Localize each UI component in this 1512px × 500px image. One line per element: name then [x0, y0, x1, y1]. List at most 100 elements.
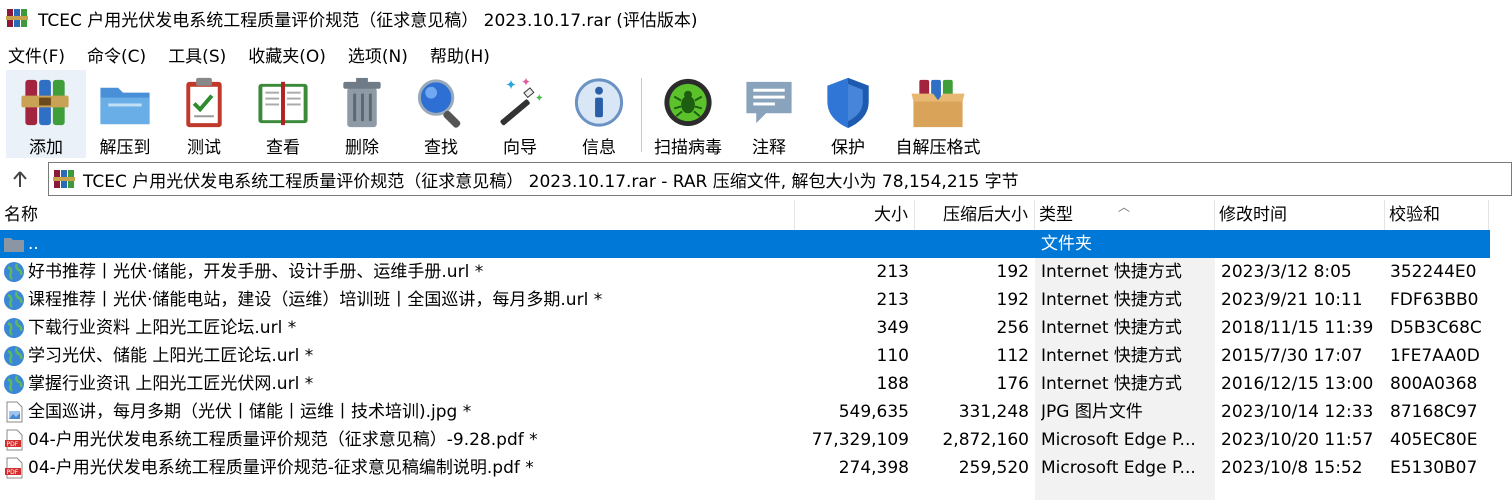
file-packed: 259,520: [958, 458, 1029, 478]
table-row[interactable]: 好书推荐丨光伏·储能，开发手册、设计手册、运维手册.url * 213 192 …: [0, 258, 1490, 286]
table-row[interactable]: .. 文件夹: [0, 230, 1490, 258]
file-packed: 2,872,160: [942, 430, 1029, 450]
info-button[interactable]: 信息: [559, 70, 639, 158]
menu-commands[interactable]: 命令(C): [79, 42, 154, 67]
sfx-box-icon: [911, 79, 965, 128]
delete-label: 删除: [345, 138, 379, 158]
file-modified: 2023/3/12 8:05: [1221, 262, 1352, 282]
extract-folder-icon: [100, 87, 150, 125]
up-button[interactable]: [0, 162, 40, 196]
sfx-button[interactable]: 自解压格式: [888, 70, 988, 158]
column-crc[interactable]: 校验和: [1385, 200, 1489, 230]
svg-text:✦: ✦: [535, 92, 544, 105]
file-list: 名称 大小 压缩后大小 类型 修改时间 校验和 ︿ .. 文件夹 好书推荐丨光伏…: [0, 200, 1512, 500]
file-size: [795, 230, 909, 258]
test-label: 测试: [187, 138, 221, 158]
file-name: 04-户用光伏发电系统工程质量评价规范（征求意见稿）-9.28.pdf *: [28, 430, 538, 450]
column-header: 名称 大小 压缩后大小 类型 修改时间 校验和 ︿: [0, 200, 1512, 230]
add-archive-icon: [21, 79, 69, 126]
comment-icon: [746, 81, 792, 124]
table-row[interactable]: 课程推荐丨光伏·储能电站，建设（运维）培训班丨全国巡讲，每月多期.url * 2…: [0, 286, 1490, 314]
file-crc: FDF63BB0: [1390, 290, 1479, 310]
file-size: 213: [876, 290, 909, 310]
file-modified: 2023/10/14 12:33: [1221, 402, 1374, 422]
file-type: Internet 快捷方式: [1041, 262, 1182, 282]
delete-button[interactable]: 删除: [322, 70, 402, 158]
menu-tools[interactable]: 工具(S): [160, 42, 234, 67]
comment-label: 注释: [752, 138, 786, 158]
column-size[interactable]: 大小: [795, 200, 915, 230]
menu-options[interactable]: 选项(N): [340, 42, 416, 67]
svg-text:✦: ✦: [505, 78, 517, 94]
file-packed: 256: [996, 318, 1029, 338]
protect-button[interactable]: 保护: [808, 70, 888, 158]
toolbar-separator: [641, 78, 642, 152]
file-packed: 331,248: [958, 402, 1029, 422]
table-row[interactable]: PDF 04-户用光伏发电系统工程质量评价规范-征求意见稿编制说明.pdf * …: [0, 454, 1490, 482]
file-crc: 405EC80E: [1390, 430, 1478, 450]
file-crc: E5130B07: [1390, 458, 1478, 478]
image-file-icon: [6, 401, 23, 423]
column-modified[interactable]: 修改时间: [1215, 200, 1385, 230]
file-size: 188: [876, 374, 909, 394]
wizard-label: 向导: [503, 138, 537, 158]
table-row[interactable]: 下载行业资料 上阳光工匠论坛.url * 349 256 Internet 快捷…: [0, 314, 1490, 342]
table-row[interactable]: PDF 04-户用光伏发电系统工程质量评价规范（征求意见稿）-9.28.pdf …: [0, 426, 1490, 454]
address-bar: TCEC 户用光伏发电系统工程质量评价规范（征求意见稿） 2023.10.17.…: [0, 162, 1512, 196]
file-type: Internet 快捷方式: [1041, 374, 1182, 394]
info-label: 信息: [582, 138, 616, 158]
file-size: 274,398: [838, 458, 909, 478]
file-modified: [1221, 230, 1383, 258]
file-name: 下载行业资料 上阳光工匠论坛.url *: [28, 318, 297, 338]
view-book-icon: [258, 81, 308, 126]
title-bar: TCEC 户用光伏发电系统工程质量评价规范（征求意见稿） 2023.10.17.…: [0, 0, 1512, 36]
globe-icon: [4, 290, 24, 310]
file-modified: 2023/9/21 10:11: [1221, 290, 1363, 310]
wizard-button[interactable]: ✦ ✦ ✦ 向导: [480, 70, 560, 158]
globe-icon: [4, 346, 24, 366]
test-button[interactable]: 测试: [164, 70, 244, 158]
address-field[interactable]: TCEC 户用光伏发电系统工程质量评价规范（征求意见稿） 2023.10.17.…: [48, 162, 1512, 196]
file-type: Microsoft Edge P...: [1041, 430, 1196, 450]
menu-help[interactable]: 帮助(H): [422, 42, 498, 67]
file-size: 77,329,109: [811, 430, 909, 450]
protect-label: 保护: [831, 138, 865, 158]
winrar-app-icon: [6, 9, 28, 27]
file-type: JPG 图片文件: [1041, 402, 1143, 422]
toolbar: 添加 解压到 测试 查看 删除 查找 ✦ ✦ ✦ 向导 信息 扫描病毒 注释 保…: [0, 70, 1512, 158]
file-packed: 176: [996, 374, 1029, 394]
menu-bar: 文件(F) 命令(C) 工具(S) 收藏夹(O) 选项(N) 帮助(H): [0, 38, 1512, 70]
window-title: TCEC 户用光伏发电系统工程质量评价规范（征求意见稿） 2023.10.17.…: [38, 10, 698, 31]
folder-icon: [4, 238, 24, 252]
file-packed: 112: [996, 346, 1029, 366]
extract-to-button[interactable]: 解压到: [85, 70, 165, 158]
file-type: Microsoft Edge P...: [1041, 458, 1196, 478]
file-name: 好书推荐丨光伏·储能，开发手册、设计手册、运维手册.url *: [28, 262, 484, 282]
menu-file[interactable]: 文件(F): [0, 42, 73, 67]
trash-icon: [343, 77, 381, 128]
file-modified: 2023/10/8 15:52: [1221, 458, 1363, 478]
file-size: 110: [876, 346, 909, 366]
column-name[interactable]: 名称: [0, 200, 795, 230]
table-row[interactable]: 学习光伏、储能 上阳光工匠论坛.url * 110 112 Internet 快…: [0, 342, 1490, 370]
arrow-up-icon: [13, 171, 27, 187]
comment-button[interactable]: 注释: [729, 70, 809, 158]
virus-scan-label: 扫描病毒: [654, 138, 722, 158]
file-crc: 352244E0: [1390, 262, 1477, 282]
address-path: TCEC 户用光伏发电系统工程质量评价规范（征求意见稿） 2023.10.17.…: [83, 171, 1019, 192]
file-type: Internet 快捷方式: [1041, 290, 1182, 310]
find-label: 查找: [424, 138, 458, 158]
view-button[interactable]: 查看: [243, 70, 323, 158]
add-button[interactable]: 添加: [6, 70, 86, 158]
column-packed[interactable]: 压缩后大小: [915, 200, 1035, 230]
add-label: 添加: [29, 138, 63, 158]
wizard-wand-icon: ✦ ✦ ✦: [500, 75, 544, 126]
table-row[interactable]: 全国巡讲，每月多期（光伏丨储能丨运维丨技术培训).jpg * 549,635 3…: [0, 398, 1490, 426]
svg-text:✦: ✦: [521, 75, 531, 89]
extract-to-label: 解压到: [99, 138, 151, 158]
menu-favorites[interactable]: 收藏夹(O): [240, 42, 334, 67]
svg-text:PDF: PDF: [7, 441, 19, 448]
find-button[interactable]: 查找: [401, 70, 481, 158]
virus-scan-button[interactable]: 扫描病毒: [648, 70, 728, 158]
table-row[interactable]: 掌握行业资讯 上阳光工匠光伏网.url * 188 176 Internet 快…: [0, 370, 1490, 398]
